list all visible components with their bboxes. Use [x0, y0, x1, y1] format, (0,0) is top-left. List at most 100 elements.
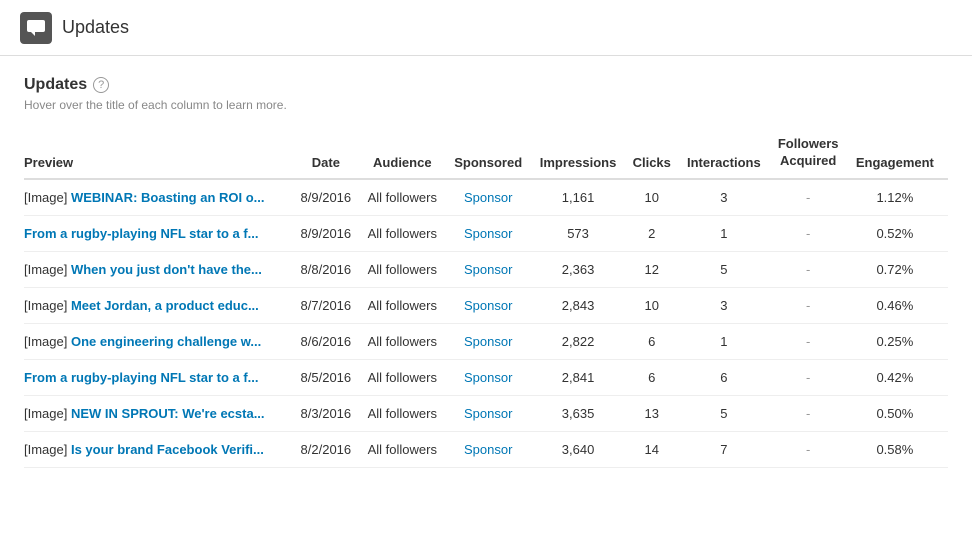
preview-link[interactable]: When you just don't have the... — [71, 262, 262, 277]
help-icon[interactable]: ? — [93, 77, 109, 93]
cell-audience: All followers — [364, 323, 451, 359]
cell-sponsored[interactable]: Sponsor — [451, 323, 536, 359]
table-row: [Image] NEW IN SPROUT: We're ecsta... 8/3… — [24, 395, 948, 431]
cell-impressions: 2,363 — [536, 251, 631, 287]
cell-sponsored[interactable]: Sponsor — [451, 287, 536, 323]
preview-prefix: [Image] — [24, 262, 71, 277]
cell-engagement: 0.72% — [852, 251, 948, 287]
cell-date: 8/8/2016 — [298, 251, 364, 287]
cell-impressions: 1,161 — [536, 179, 631, 216]
cell-followers-acquired: - — [775, 215, 852, 251]
sponsor-link[interactable]: Sponsor — [464, 190, 512, 205]
section-title: Updates — [24, 76, 87, 94]
col-sponsored: Sponsored — [451, 128, 536, 179]
cell-clicks: 10 — [630, 287, 683, 323]
preview-link[interactable]: Meet Jordan, a product educ... — [71, 298, 259, 313]
table-row: From a rugby-playing NFL star to a f...8… — [24, 215, 948, 251]
cell-clicks: 12 — [630, 251, 683, 287]
cell-audience: All followers — [364, 431, 451, 467]
top-bar: Updates — [0, 0, 972, 56]
cell-date: 8/3/2016 — [298, 395, 364, 431]
cell-date: 8/7/2016 — [298, 287, 364, 323]
preview-link[interactable]: WEBINAR: Boasting an ROI o... — [71, 190, 265, 205]
cell-sponsored[interactable]: Sponsor — [451, 251, 536, 287]
cell-interactions: 3 — [683, 179, 774, 216]
cell-sponsored[interactable]: Sponsor — [451, 215, 536, 251]
preview-prefix: [Image] — [24, 442, 71, 457]
cell-sponsored[interactable]: Sponsor — [451, 395, 536, 431]
cell-followers-acquired: - — [775, 359, 852, 395]
cell-audience: All followers — [364, 395, 451, 431]
cell-followers-acquired: - — [775, 251, 852, 287]
table-header: Preview Date Audience Sponsored Impressi… — [24, 128, 948, 179]
section-header: Updates ? — [24, 76, 948, 94]
cell-followers-acquired: - — [775, 395, 852, 431]
cell-preview: [Image] Is your brand Facebook Verifi... — [24, 431, 298, 467]
sponsor-link[interactable]: Sponsor — [464, 406, 512, 421]
cell-date: 8/5/2016 — [298, 359, 364, 395]
preview-link[interactable]: From a rugby-playing NFL star to a f... — [24, 370, 259, 385]
subtitle: Hover over the title of each column to l… — [24, 98, 948, 112]
sponsor-link[interactable]: Sponsor — [464, 298, 512, 313]
sponsor-link[interactable]: Sponsor — [464, 334, 512, 349]
cell-interactions: 5 — [683, 251, 774, 287]
preview-prefix: [Image] — [24, 334, 71, 349]
col-date: Date — [298, 128, 364, 179]
cell-preview: From a rugby-playing NFL star to a f... — [24, 359, 298, 395]
cell-impressions: 3,635 — [536, 395, 631, 431]
sponsor-link[interactable]: Sponsor — [464, 442, 512, 457]
table-row: [Image] Is your brand Facebook Verifi...… — [24, 431, 948, 467]
preview-link[interactable]: From a rugby-playing NFL star to a f... — [24, 226, 259, 241]
cell-impressions: 2,841 — [536, 359, 631, 395]
cell-engagement: 0.58% — [852, 431, 948, 467]
sponsor-link[interactable]: Sponsor — [464, 226, 512, 241]
cell-followers-acquired: - — [775, 179, 852, 216]
cell-followers-acquired: - — [775, 323, 852, 359]
cell-engagement: 0.42% — [852, 359, 948, 395]
cell-engagement: 0.50% — [852, 395, 948, 431]
cell-date: 8/9/2016 — [298, 179, 364, 216]
cell-sponsored[interactable]: Sponsor — [451, 179, 536, 216]
preview-prefix: [Image] — [24, 406, 71, 421]
table-row: [Image] Meet Jordan, a product educ...8/… — [24, 287, 948, 323]
cell-impressions: 2,843 — [536, 287, 631, 323]
cell-clicks: 6 — [630, 323, 683, 359]
cell-interactions: 6 — [683, 359, 774, 395]
col-followers-acquired: FollowersAcquired — [775, 128, 852, 179]
page-title: Updates — [62, 17, 129, 38]
cell-impressions: 2,822 — [536, 323, 631, 359]
updates-table: Preview Date Audience Sponsored Impressi… — [24, 128, 948, 468]
cell-clicks: 14 — [630, 431, 683, 467]
preview-prefix: [Image] — [24, 190, 71, 205]
col-clicks: Clicks — [630, 128, 683, 179]
cell-preview: [Image] Meet Jordan, a product educ... — [24, 287, 298, 323]
cell-date: 8/2/2016 — [298, 431, 364, 467]
cell-engagement: 0.46% — [852, 287, 948, 323]
cell-audience: All followers — [364, 287, 451, 323]
table-body: [Image] WEBINAR: Boasting an ROI o... 8/9… — [24, 179, 948, 468]
cell-preview: [Image] One engineering challenge w... — [24, 323, 298, 359]
sponsor-link[interactable]: Sponsor — [464, 370, 512, 385]
preview-prefix: [Image] — [24, 298, 71, 313]
col-preview: Preview — [24, 128, 298, 179]
sponsor-link[interactable]: Sponsor — [464, 262, 512, 277]
preview-link[interactable]: Is your brand Facebook Verifi... — [71, 442, 264, 457]
cell-engagement: 0.25% — [852, 323, 948, 359]
cell-sponsored[interactable]: Sponsor — [451, 359, 536, 395]
cell-clicks: 6 — [630, 359, 683, 395]
preview-link[interactable]: One engineering challenge w... — [71, 334, 261, 349]
table-row: From a rugby-playing NFL star to a f... 8… — [24, 359, 948, 395]
cell-audience: All followers — [364, 215, 451, 251]
cell-clicks: 13 — [630, 395, 683, 431]
table-row: [Image] When you just don't have the... 8… — [24, 251, 948, 287]
cell-clicks: 2 — [630, 215, 683, 251]
cell-interactions: 1 — [683, 215, 774, 251]
cell-impressions: 3,640 — [536, 431, 631, 467]
preview-link[interactable]: NEW IN SPROUT: We're ecsta... — [71, 406, 265, 421]
cell-followers-acquired: - — [775, 287, 852, 323]
cell-audience: All followers — [364, 251, 451, 287]
cell-impressions: 573 — [536, 215, 631, 251]
cell-followers-acquired: - — [775, 431, 852, 467]
cell-sponsored[interactable]: Sponsor — [451, 431, 536, 467]
cell-interactions: 5 — [683, 395, 774, 431]
